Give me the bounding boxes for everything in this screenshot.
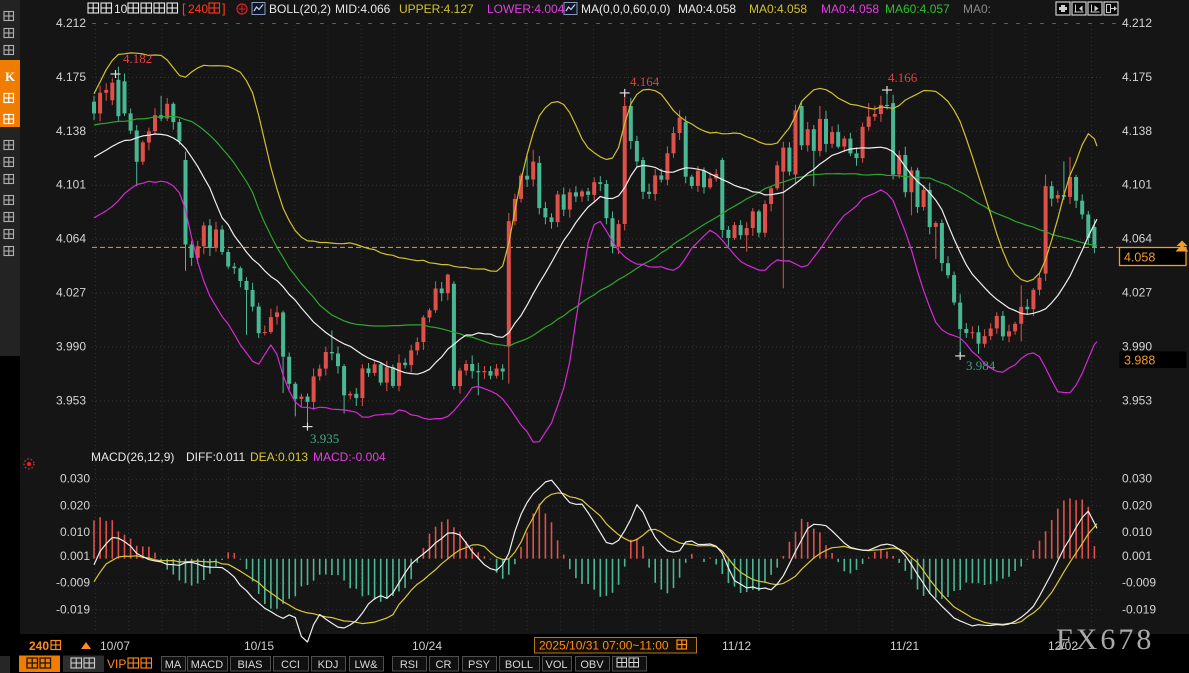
svg-text:OBV: OBV [580,659,604,671]
svg-text:-0.009: -0.009 [1122,576,1156,590]
svg-text:MA0:4.058: MA0:4.058 [821,2,879,16]
svg-text:MA0:4.058: MA0:4.058 [749,2,807,16]
svg-text:0.001: 0.001 [60,549,90,563]
svg-text:0.010: 0.010 [1122,525,1152,539]
svg-text:MA0:: MA0: [963,2,991,16]
svg-text:3.988: 3.988 [1124,354,1155,368]
svg-text:BOLL: BOLL [505,659,533,671]
svg-text:CCI: CCI [281,659,300,671]
svg-text:0.020: 0.020 [1122,498,1152,512]
svg-text:-0.019: -0.019 [1122,602,1156,616]
svg-text:11/21: 11/21 [890,639,919,653]
svg-text:MID:4.066: MID:4.066 [335,2,391,16]
svg-text:4.027: 4.027 [1122,286,1152,300]
svg-text:4.164: 4.164 [630,74,660,89]
svg-text:3.935: 3.935 [310,431,339,446]
svg-text:LOWER:4.004: LOWER:4.004 [487,2,565,16]
svg-text:MACD:-0.004: MACD:-0.004 [313,450,386,464]
svg-text:KDJ: KDJ [318,659,339,671]
svg-text:10/15: 10/15 [244,639,274,653]
svg-text:3.990: 3.990 [56,339,86,353]
svg-text:4.166: 4.166 [888,70,918,85]
svg-text:4.212: 4.212 [1122,16,1152,30]
svg-text:-0.009: -0.009 [56,576,90,590]
svg-text:CR: CR [436,659,452,671]
svg-text:UPPER:4.127: UPPER:4.127 [399,2,474,16]
svg-text:4.058: 4.058 [1124,251,1155,265]
svg-text:MA60:4.057: MA60:4.057 [885,2,950,16]
svg-text:DEA:0.013: DEA:0.013 [250,450,308,464]
svg-text:LW&: LW& [354,659,378,671]
svg-text:-0.019: -0.019 [56,602,90,616]
svg-text:0.020: 0.020 [60,498,90,512]
svg-text:K: K [5,69,16,84]
svg-text:4.138: 4.138 [56,124,86,138]
svg-text:4.064: 4.064 [1122,232,1152,246]
svg-text:4.064: 4.064 [56,232,86,246]
svg-text:BIAS: BIAS [237,659,262,671]
svg-text:BOLL(20,2): BOLL(20,2) [269,2,331,16]
svg-text:4.175: 4.175 [56,70,86,84]
svg-text:10/07: 10/07 [100,639,130,653]
svg-text:4.101: 4.101 [56,178,86,192]
svg-text:4.027: 4.027 [56,286,86,300]
svg-text:3.953: 3.953 [1122,393,1152,407]
svg-text:VOL: VOL [545,659,567,671]
svg-text:]: ] [222,1,226,16]
svg-text:4.182: 4.182 [123,51,152,66]
svg-text:MA(0,0,0,60,0,0): MA(0,0,0,60,0,0) [581,2,670,16]
svg-text:MACD: MACD [191,659,223,671]
svg-text:10/24: 10/24 [412,639,442,653]
svg-text:3.984: 3.984 [966,358,996,373]
svg-text:3.990: 3.990 [1122,339,1152,353]
svg-text:DIFF:0.011: DIFF:0.011 [186,450,245,464]
svg-text:4.212: 4.212 [56,16,86,30]
svg-text:[: [ [182,1,186,16]
svg-text:MACD(26,12,9): MACD(26,12,9) [91,450,174,464]
svg-text:4.101: 4.101 [1122,178,1152,192]
svg-text:FX678: FX678 [1056,623,1154,656]
svg-text:10: 10 [114,2,128,16]
svg-text:PSY: PSY [468,659,491,671]
svg-text:MA: MA [165,659,182,671]
svg-text:0.010: 0.010 [60,525,90,539]
svg-text:RSI: RSI [400,659,418,671]
svg-text:4.175: 4.175 [1122,70,1152,84]
svg-text:0.030: 0.030 [1122,472,1152,486]
svg-text:3.953: 3.953 [56,393,86,407]
svg-text:11/12: 11/12 [722,639,751,653]
svg-text:VIP: VIP [107,657,126,671]
svg-text:0.001: 0.001 [1122,549,1152,563]
svg-text:2025/10/31 07:00~11:00: 2025/10/31 07:00~11:00 [539,639,669,653]
svg-text:MA0:4.058: MA0:4.058 [678,2,736,16]
svg-text:240: 240 [29,639,49,653]
svg-text:4.138: 4.138 [1122,124,1152,138]
svg-text:240: 240 [188,2,208,16]
svg-text:0.030: 0.030 [60,472,90,486]
